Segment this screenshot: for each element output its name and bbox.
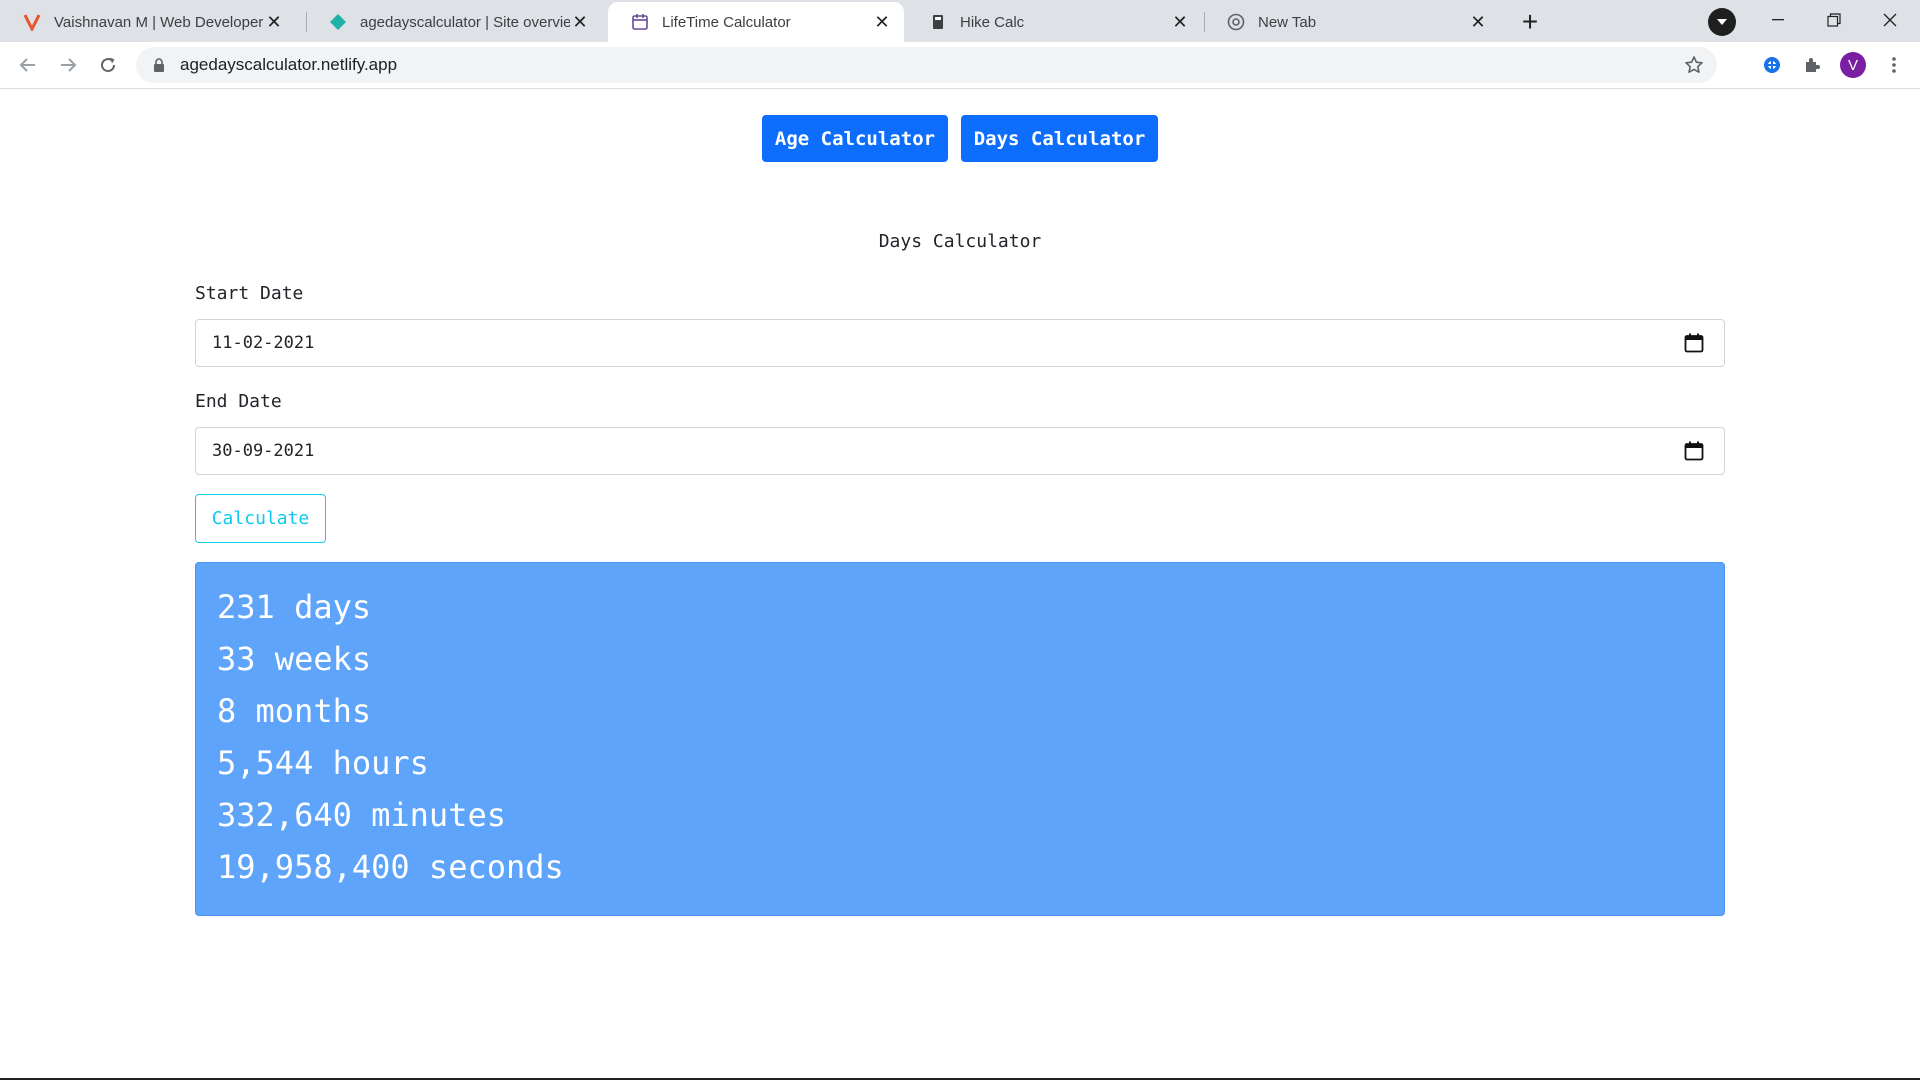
end-date-field[interactable]: 30-09-2021 bbox=[195, 427, 1725, 475]
minimize-icon[interactable] bbox=[1750, 0, 1806, 40]
profile-avatar[interactable]: V bbox=[1840, 52, 1866, 78]
calc-icon bbox=[928, 12, 948, 32]
extension-icon[interactable] bbox=[1760, 53, 1784, 77]
tab-new-tab[interactable]: New Tab ✕ bbox=[1204, 2, 1500, 42]
close-icon[interactable]: ✕ bbox=[264, 12, 284, 32]
tab-hike-calc[interactable]: Hike Calc ✕ bbox=[906, 2, 1202, 42]
tab-portfolio[interactable]: Vaishnavan M | Web Developer ✕ bbox=[0, 2, 296, 42]
puzzle-icon[interactable] bbox=[1800, 53, 1824, 77]
calendar-picker-icon[interactable] bbox=[1682, 439, 1706, 463]
result-weeks: 33 weeks bbox=[217, 640, 372, 678]
result-months: 8 months bbox=[217, 692, 372, 730]
reload-icon[interactable] bbox=[92, 49, 124, 81]
address-bar[interactable]: agedayscalculator.netlify.app bbox=[136, 47, 1717, 83]
tab-strip: Vaishnavan M | Web Developer ✕ agedaysca… bbox=[0, 0, 1920, 42]
start-date-value[interactable]: 11-02-2021 bbox=[212, 333, 1682, 353]
end-date-value[interactable]: 30-09-2021 bbox=[212, 441, 1682, 461]
calendar-icon bbox=[630, 12, 650, 32]
calculate-button[interactable]: Calculate bbox=[195, 494, 326, 543]
tab-title: agedayscalculator | Site overview bbox=[360, 13, 570, 31]
tab-lifetime-calculator[interactable]: LifeTime Calculator ✕ bbox=[608, 2, 904, 42]
tab-site-overview[interactable]: agedayscalculator | Site overview ✕ bbox=[306, 2, 602, 42]
address-text[interactable]: agedayscalculator.netlify.app bbox=[180, 55, 397, 75]
results-panel: 231 days 33 weeks 8 months 5,544 hours 3… bbox=[195, 562, 1725, 916]
result-hours: 5,544 hours bbox=[217, 744, 429, 782]
close-icon[interactable]: ✕ bbox=[1170, 12, 1190, 32]
tab-title: New Tab bbox=[1258, 13, 1317, 31]
end-date-label: End Date bbox=[195, 391, 282, 412]
page-content: Age Calculator Days Calculator Days Calc… bbox=[0, 89, 1920, 1079]
back-icon[interactable] bbox=[12, 49, 44, 81]
tab-title: Hike Calc bbox=[960, 13, 1025, 31]
calendar-picker-icon[interactable] bbox=[1682, 331, 1706, 355]
close-icon[interactable]: ✕ bbox=[1468, 12, 1488, 32]
result-minutes: 332,640 minutes bbox=[217, 796, 506, 834]
start-date-field[interactable]: 11-02-2021 bbox=[195, 319, 1725, 367]
age-calculator-button[interactable]: Age Calculator bbox=[762, 115, 948, 162]
restore-icon[interactable] bbox=[1806, 0, 1862, 40]
start-date-label: Start Date bbox=[195, 283, 304, 304]
forward-icon[interactable] bbox=[52, 49, 84, 81]
close-icon[interactable]: ✕ bbox=[872, 12, 892, 32]
lock-icon[interactable] bbox=[150, 56, 168, 74]
tab-search-icon[interactable] bbox=[1708, 8, 1736, 36]
page-title: Days Calculator bbox=[878, 231, 1042, 252]
result-days: 231 days bbox=[217, 588, 372, 626]
netlify-icon bbox=[328, 12, 348, 32]
days-calculator-button[interactable]: Days Calculator bbox=[961, 115, 1158, 162]
browser-toolbar: agedayscalculator.netlify.app V bbox=[0, 42, 1920, 89]
new-tab-button[interactable]: + bbox=[1514, 6, 1546, 38]
chrome-icon bbox=[1226, 12, 1246, 32]
close-icon[interactable]: ✕ bbox=[570, 12, 590, 32]
v-logo-icon bbox=[22, 12, 42, 32]
more-menu-icon[interactable] bbox=[1882, 53, 1906, 77]
bookmark-star-icon[interactable] bbox=[1683, 54, 1705, 76]
tab-title: LifeTime Calculator bbox=[662, 13, 791, 31]
close-window-icon[interactable] bbox=[1862, 0, 1918, 40]
tab-title: Vaishnavan M | Web Developer bbox=[54, 13, 264, 31]
result-seconds: 19,958,400 seconds bbox=[217, 848, 564, 886]
